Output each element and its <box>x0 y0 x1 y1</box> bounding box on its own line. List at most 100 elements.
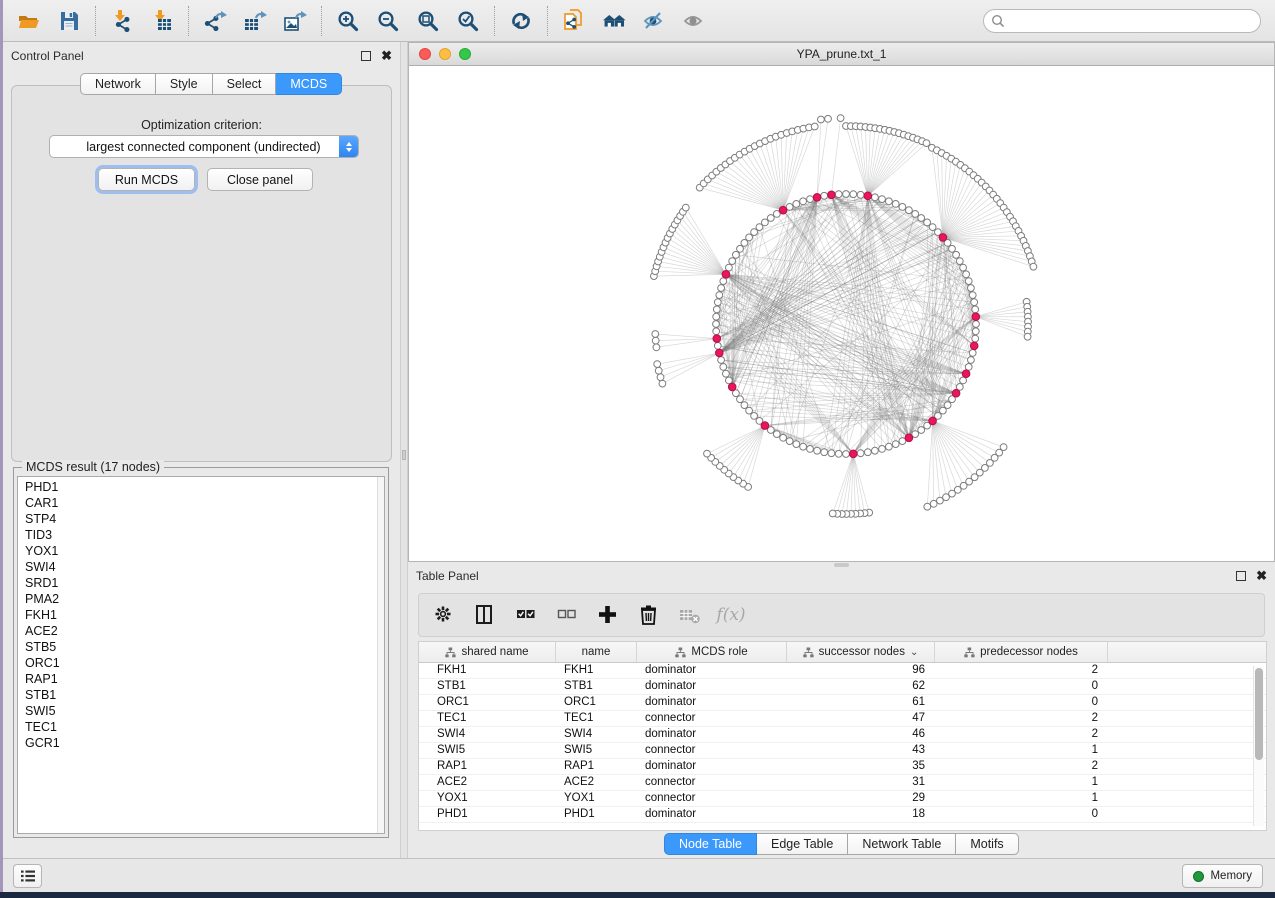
column-header-MCDS-role[interactable]: MCDS role <box>637 642 787 662</box>
network-node[interactable] <box>737 245 744 252</box>
network-node[interactable] <box>737 396 744 403</box>
cell-predecessor-nodes[interactable]: 2 <box>935 663 1108 678</box>
network-node[interactable] <box>746 234 753 241</box>
mcds-hub-node[interactable] <box>929 417 937 425</box>
network-node[interactable] <box>713 306 720 313</box>
network-node[interactable] <box>821 192 828 199</box>
cell-shared-name[interactable]: PHD1 <box>419 807 556 822</box>
mcds-result-item[interactable]: SWI4 <box>18 559 384 575</box>
table-row[interactable]: RAP1RAP1dominator352 <box>419 759 1266 775</box>
network-node[interactable] <box>828 450 835 457</box>
network-node[interactable] <box>850 191 857 198</box>
network-node[interactable] <box>872 194 879 201</box>
network-node[interactable] <box>969 350 976 357</box>
network-node[interactable] <box>713 313 720 320</box>
cell-predecessor-nodes[interactable]: 0 <box>935 807 1108 822</box>
cell-name[interactable]: TEC1 <box>556 711 637 726</box>
satellite-node[interactable] <box>652 331 659 338</box>
cell-successor-nodes[interactable]: 31 <box>787 775 935 790</box>
network-node[interactable] <box>726 264 733 271</box>
mcds-hub-node[interactable] <box>939 234 947 242</box>
mcds-hub-node[interactable] <box>722 271 730 279</box>
panel-split-divider[interactable] <box>400 42 408 858</box>
network-canvas[interactable] <box>409 66 1274 561</box>
satellite-node[interactable] <box>704 450 711 457</box>
mcds-hub-node[interactable] <box>952 389 960 397</box>
network-node[interactable] <box>835 450 842 457</box>
mcds-hub-node[interactable] <box>972 313 980 321</box>
cell-MCDS-role[interactable]: dominator <box>637 807 787 822</box>
network-node[interactable] <box>793 441 800 448</box>
cell-shared-name[interactable]: ACE2 <box>419 775 556 790</box>
network-node[interactable] <box>949 245 956 252</box>
table-panel-grip[interactable] <box>834 563 849 567</box>
network-node[interactable] <box>807 196 814 203</box>
network-node[interactable] <box>969 292 976 299</box>
network-node[interactable] <box>912 211 919 218</box>
column-header-name[interactable]: name <box>556 642 637 662</box>
table-row[interactable]: STB1STB1dominator620 <box>419 679 1266 695</box>
mcds-result-item[interactable]: TID3 <box>18 527 384 543</box>
tab-mcds[interactable]: MCDS <box>276 73 342 95</box>
export-table-icon[interactable] <box>238 4 272 38</box>
mcds-hub-node[interactable] <box>716 349 724 357</box>
table-row[interactable]: TEC1TEC1connector472 <box>419 711 1266 727</box>
cell-name[interactable]: ACE2 <box>556 775 637 790</box>
mcds-result-item[interactable]: STB1 <box>18 687 384 703</box>
network-node[interactable] <box>960 264 967 271</box>
cell-MCDS-role[interactable]: connector <box>637 775 787 790</box>
cell-shared-name[interactable]: FKH1 <box>419 663 556 678</box>
network-node[interactable] <box>956 258 963 265</box>
network-node[interactable] <box>821 449 828 456</box>
network-node[interactable] <box>965 278 972 285</box>
zoom-fit-icon[interactable] <box>411 4 445 38</box>
cell-shared-name[interactable]: STB1 <box>419 679 556 694</box>
network-node[interactable] <box>786 438 793 445</box>
cell-predecessor-nodes[interactable]: 0 <box>935 679 1108 694</box>
memory-button[interactable]: Memory <box>1182 864 1263 888</box>
table-options-icon[interactable] <box>431 602 457 628</box>
network-node[interactable] <box>963 271 970 278</box>
network-node[interactable] <box>879 446 886 453</box>
network-node[interactable] <box>718 357 725 364</box>
search-input[interactable] <box>983 9 1261 33</box>
cell-successor-nodes[interactable]: 43 <box>787 743 935 758</box>
mcds-hub-node[interactable] <box>962 370 970 378</box>
mcds-result-item[interactable]: SRD1 <box>18 575 384 591</box>
satellite-node[interactable] <box>811 123 818 130</box>
network-node[interactable] <box>751 413 758 420</box>
network-node[interactable] <box>800 443 807 450</box>
satellite-node[interactable] <box>1024 333 1031 340</box>
zoom-selected-icon[interactable] <box>451 4 485 38</box>
network-node[interactable] <box>814 447 821 454</box>
satellite-node[interactable] <box>930 500 937 507</box>
divider-grip[interactable] <box>402 450 406 460</box>
network-node[interactable] <box>720 278 727 285</box>
network-node[interactable] <box>729 258 736 265</box>
network-node[interactable] <box>713 328 720 335</box>
network-node[interactable] <box>733 251 740 258</box>
tab-network[interactable]: Network <box>80 73 156 95</box>
network-node[interactable] <box>886 198 893 205</box>
add-column-icon[interactable] <box>595 602 621 628</box>
cell-successor-nodes[interactable]: 46 <box>787 727 935 742</box>
mcds-result-item[interactable]: SWI5 <box>18 703 384 719</box>
mcds-result-item[interactable]: PHD1 <box>18 479 384 495</box>
cell-MCDS-role[interactable]: dominator <box>637 759 787 774</box>
network-node[interactable] <box>899 204 906 211</box>
mcds-hub-node[interactable] <box>713 335 721 343</box>
satellite-node[interactable] <box>829 510 836 517</box>
network-node[interactable] <box>953 251 960 258</box>
cell-MCDS-role[interactable]: connector <box>637 711 787 726</box>
cell-MCDS-role[interactable]: dominator <box>637 727 787 742</box>
cell-predecessor-nodes[interactable]: 2 <box>935 759 1108 774</box>
cell-successor-nodes[interactable]: 47 <box>787 711 935 726</box>
cell-predecessor-nodes[interactable]: 1 <box>935 743 1108 758</box>
tab-style[interactable]: Style <box>156 73 213 95</box>
table-row[interactable]: YOX1YOX1connector291 <box>419 791 1266 807</box>
network-node[interactable] <box>886 443 893 450</box>
cell-shared-name[interactable]: SWI4 <box>419 727 556 742</box>
import-table-icon[interactable] <box>145 4 179 38</box>
network-node[interactable] <box>713 321 720 328</box>
export-network-icon[interactable] <box>198 4 232 38</box>
